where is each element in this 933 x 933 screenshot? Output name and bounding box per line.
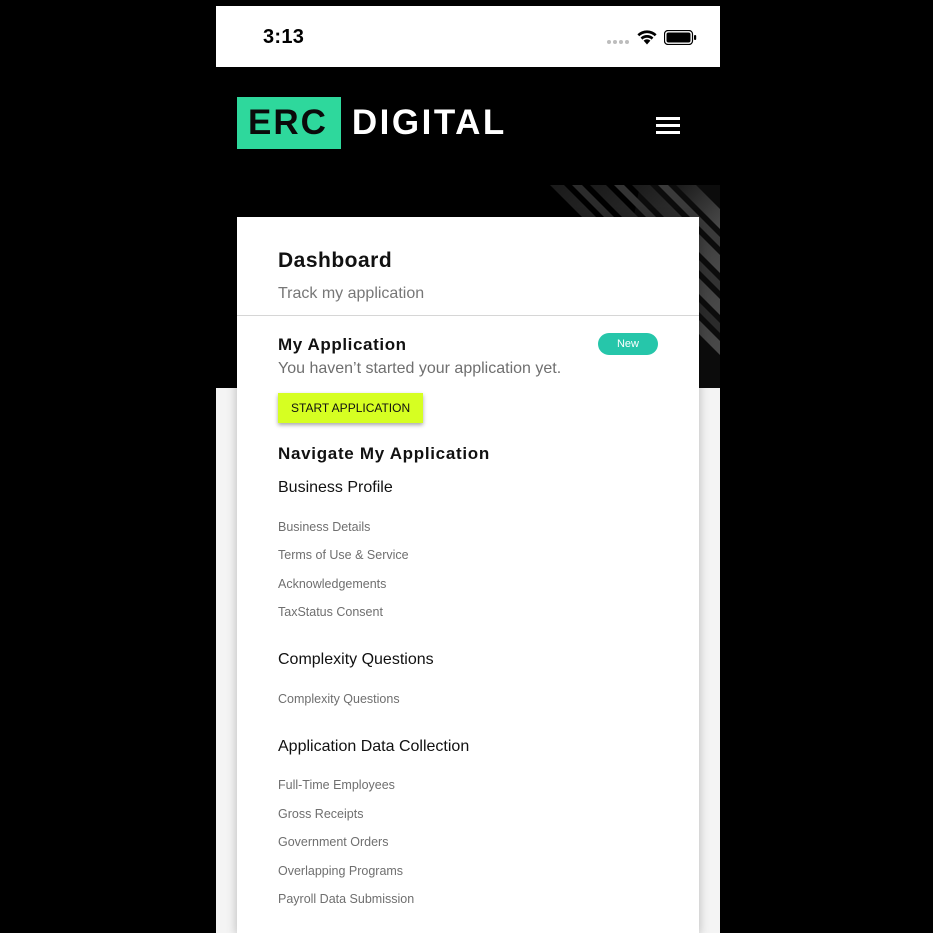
start-application-button[interactable]: START APPLICATION bbox=[278, 393, 424, 423]
application-status-message: You haven’t started your application yet… bbox=[278, 360, 562, 377]
navigate-application-title: Navigate My Application bbox=[278, 444, 490, 463]
divider bbox=[237, 315, 699, 316]
nav-link-business-details[interactable]: Business Details bbox=[278, 520, 370, 534]
group-title-complexity-questions: Complexity Questions bbox=[278, 651, 434, 668]
logo-digital-text: DIGITAL bbox=[351, 103, 507, 142]
group-title-business-profile: Business Profile bbox=[278, 479, 393, 496]
nav-link-payroll-data-submission[interactable]: Payroll Data Submission bbox=[278, 892, 414, 906]
group-title-application-data-collection: Application Data Collection bbox=[278, 738, 470, 755]
nav-link-terms-of-use[interactable]: Terms of Use & Service bbox=[278, 548, 409, 562]
nav-link-full-time-employees[interactable]: Full-Time Employees bbox=[278, 778, 395, 792]
status-badge: New bbox=[598, 333, 658, 355]
page-subtitle: Track my application bbox=[278, 285, 425, 302]
nav-link-complexity-questions[interactable]: Complexity Questions bbox=[278, 692, 400, 706]
wifi-icon bbox=[637, 30, 657, 45]
nav-link-gross-receipts[interactable]: Gross Receipts bbox=[278, 807, 363, 821]
erc-digital-logo[interactable]: ERC DIGITAL bbox=[237, 97, 507, 149]
dashboard-card: Dashboard Track my application My Applic… bbox=[237, 217, 699, 933]
nav-link-taxstatus-consent[interactable]: TaxStatus Consent bbox=[278, 605, 383, 619]
my-application-title: My Application bbox=[278, 335, 407, 354]
nav-link-acknowledgements[interactable]: Acknowledgements bbox=[278, 577, 386, 591]
signal-dots-icon bbox=[607, 40, 629, 44]
phone-screen: 3:13 ERC DIGITAL Dashboard Track my appl… bbox=[216, 6, 720, 933]
status-time: 3:13 bbox=[263, 26, 305, 48]
logo-erc-text: ERC bbox=[237, 97, 341, 149]
app-header: ERC DIGITAL bbox=[216, 67, 720, 185]
battery-icon bbox=[664, 30, 697, 45]
nav-link-government-orders[interactable]: Government Orders bbox=[278, 835, 388, 849]
hamburger-menu-icon[interactable] bbox=[656, 117, 680, 135]
nav-link-overlapping-programs[interactable]: Overlapping Programs bbox=[278, 864, 403, 878]
status-bar: 3:13 bbox=[216, 6, 720, 67]
page-title: Dashboard bbox=[278, 249, 393, 272]
